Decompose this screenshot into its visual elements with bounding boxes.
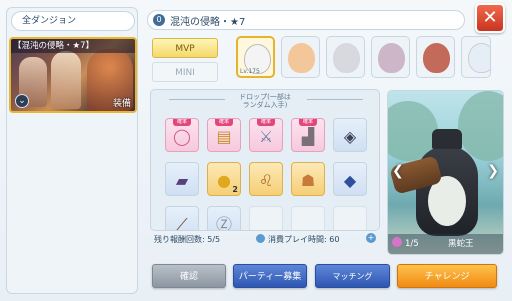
clock-icon: [256, 234, 265, 243]
dungeon-list-panel: 全ダンジョン 【混沌の侵略・★7】 ⌄ 装備: [6, 7, 138, 294]
shield-icon: ◈: [343, 127, 357, 146]
drop-slot-empty: [249, 206, 283, 230]
confirm-button[interactable]: 確認: [152, 264, 226, 288]
dungeon-title: 混沌の侵略・★7: [170, 17, 246, 28]
mvp-tab[interactable]: MVP: [152, 38, 218, 58]
sword-icon: ⚔: [258, 127, 274, 146]
lion-icon: ♌: [258, 171, 274, 190]
drop-item-shield[interactable]: ◈: [333, 118, 367, 152]
monster-face: [288, 43, 315, 73]
boss-preview: ❮ ❯ 1/5 黒蛇王: [387, 90, 504, 255]
hair-icon: ◆: [343, 171, 357, 190]
drop-label: ドロップ(一部は ランダム入手): [151, 93, 379, 109]
monster-portrait[interactable]: [326, 36, 365, 78]
challenge-button[interactable]: チャレンジ: [397, 264, 497, 288]
monster-face: [333, 43, 360, 73]
party-recruit-button[interactable]: パーティー募集: [233, 264, 307, 288]
drop-panel: ドロップ(一部は ランダム入手) 確率 ◯ 確率 ▤ 確率 ⚔ 確率 ▟ ◈ ▰…: [150, 89, 380, 231]
drop-item-sword[interactable]: 確率 ⚔: [249, 118, 283, 152]
boss-star-icon: [392, 237, 402, 247]
drop-item-book[interactable]: 確率 ▤: [207, 118, 241, 152]
fox-icon: ☗: [300, 171, 316, 190]
dungeon-stats: 残り報酬回数: 5/5 消費プレイ時間: 60 +: [152, 233, 380, 246]
drop-item-lion[interactable]: ♌: [249, 162, 283, 196]
book-icon: ▤: [216, 127, 232, 146]
monster-portrait[interactable]: [461, 36, 491, 78]
dungeon-header: 0 混沌の侵略・★7: [147, 10, 465, 30]
boots-icon: ▟: [301, 127, 315, 146]
monster-face: [378, 43, 405, 73]
drop-slot-empty: [333, 206, 367, 230]
boss-caption: 1/5 黒蛇王: [388, 234, 503, 254]
drop-item-ring[interactable]: 確率 ◯: [165, 118, 199, 152]
drop-item-wand[interactable]: ⟋: [165, 206, 199, 231]
mini-tab[interactable]: MINI: [152, 62, 218, 82]
drop-item-z-coin[interactable]: Ⓩ: [207, 206, 241, 231]
info-icon: 0: [153, 14, 165, 26]
drop-item-coin[interactable]: ● 2: [207, 162, 241, 196]
remaining-rewards: 残り報酬回数: 5/5: [154, 235, 221, 244]
dungeon-card-title: 【混沌の侵略・★7】: [11, 39, 135, 53]
drop-label-line2: ランダム入手): [242, 101, 288, 109]
monster-portrait[interactable]: [416, 36, 455, 78]
monster-face: [423, 43, 450, 73]
drop-item-fox[interactable]: ☗: [291, 162, 325, 196]
play-time-cost: 消費プレイ時間: 60: [268, 235, 340, 244]
matching-button[interactable]: マッチング: [315, 264, 390, 288]
monster-level: Lv.175: [240, 68, 260, 75]
wand-icon: ⟋: [176, 215, 188, 231]
hero-figure: [51, 51, 81, 109]
drop-item-boots[interactable]: 確率 ▟: [291, 118, 325, 152]
ring-icon: ◯: [173, 127, 191, 146]
card-icon: ▰: [175, 171, 189, 190]
drop-label-line1: ドロップ(一部は: [239, 93, 291, 101]
monster-portrait[interactable]: [371, 36, 410, 78]
boss-progress: 1/5: [405, 239, 419, 249]
drop-item-hair[interactable]: ◆: [333, 162, 367, 196]
boss-name: 黒蛇王: [448, 239, 474, 249]
chevron-left-icon[interactable]: ❮: [392, 163, 404, 179]
dungeon-window: 全ダンジョン 【混沌の侵略・★7】 ⌄ 装備 0 混沌の侵略・★7 ✕ MVP …: [0, 0, 512, 301]
all-dungeons-tab[interactable]: 全ダンジョン: [11, 11, 135, 31]
drop-item-card[interactable]: ▰: [165, 162, 199, 196]
monster-face: [468, 43, 490, 73]
item-count: 2: [232, 185, 238, 194]
z-coin-icon: Ⓩ: [215, 215, 232, 231]
dungeon-card-chaos-invasion[interactable]: 【混沌の侵略・★7】 ⌄ 装備: [9, 37, 137, 113]
close-button[interactable]: ✕: [475, 3, 505, 33]
add-time-icon[interactable]: +: [366, 233, 376, 243]
drop-slot-empty: [291, 206, 325, 230]
equip-label: 装備: [112, 99, 131, 109]
chevron-down-icon[interactable]: ⌄: [15, 94, 29, 108]
monster-portrait[interactable]: Lv.175: [236, 36, 275, 78]
chevron-right-icon[interactable]: ❯: [487, 163, 499, 179]
monster-portrait[interactable]: [281, 36, 320, 78]
boss-hat: [432, 129, 462, 149]
